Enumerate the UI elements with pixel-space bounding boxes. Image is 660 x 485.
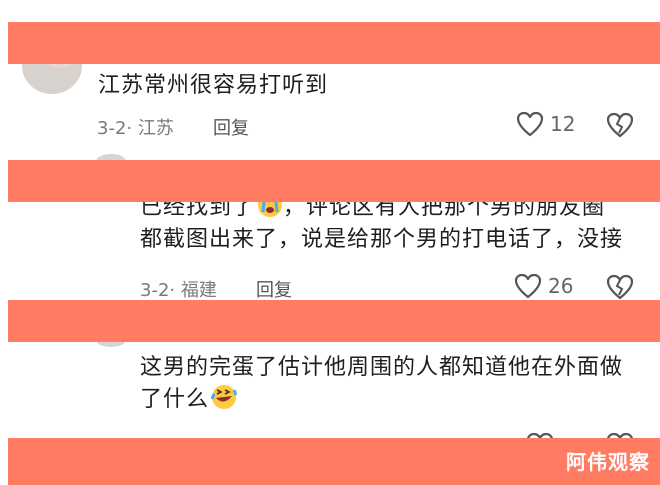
redaction-band (8, 160, 660, 202)
comment-text-line: 都截图出来了，说是给那个男的打电话了，没接 (140, 226, 624, 252)
redaction-band (8, 300, 660, 342)
comment-screenshot: 江苏常州很容易打听到 3-2· 江苏 回复 12 已经找到了 ，评论区有人把那个… (0, 0, 660, 485)
like-count: 12 (550, 112, 576, 136)
comment-meta: 3-2· 江苏 (97, 114, 174, 140)
reply-button[interactable]: 回复 (213, 114, 249, 140)
like-count: 26 (548, 274, 574, 298)
heart-outline-icon (514, 273, 542, 299)
redaction-band (8, 22, 660, 64)
reply-button[interactable]: 回复 (256, 276, 292, 302)
comment-text-line: 了什么 (140, 386, 210, 412)
broken-heart-icon[interactable] (606, 112, 634, 138)
comment-text: 江苏常州很容易打听到 (98, 73, 329, 98)
like-button[interactable]: 12 (516, 111, 575, 137)
comment-date: 3-2 (97, 118, 127, 139)
heart-outline-icon (516, 111, 544, 137)
comment-meta: 3-2· 福建 (140, 276, 217, 302)
comment-date: 3-2 (140, 280, 170, 301)
bottom-band (8, 438, 660, 485)
comment-location: 江苏 (137, 118, 174, 139)
comment-location: 福建 (180, 280, 217, 301)
like-button[interactable]: 26 (514, 273, 573, 299)
meta-separator: · (169, 280, 176, 301)
comment-text: 这男的完蛋了估计他周围的人都知道他在外面做 了什么 (140, 352, 623, 416)
watermark: 阿伟观察 (566, 450, 650, 474)
broken-heart-icon[interactable] (606, 274, 634, 300)
laughing-tears-emoji (210, 384, 238, 410)
comment-text-line: 这男的完蛋了估计他周围的人都知道他在外面做 (140, 355, 624, 380)
meta-separator: · (126, 118, 133, 139)
